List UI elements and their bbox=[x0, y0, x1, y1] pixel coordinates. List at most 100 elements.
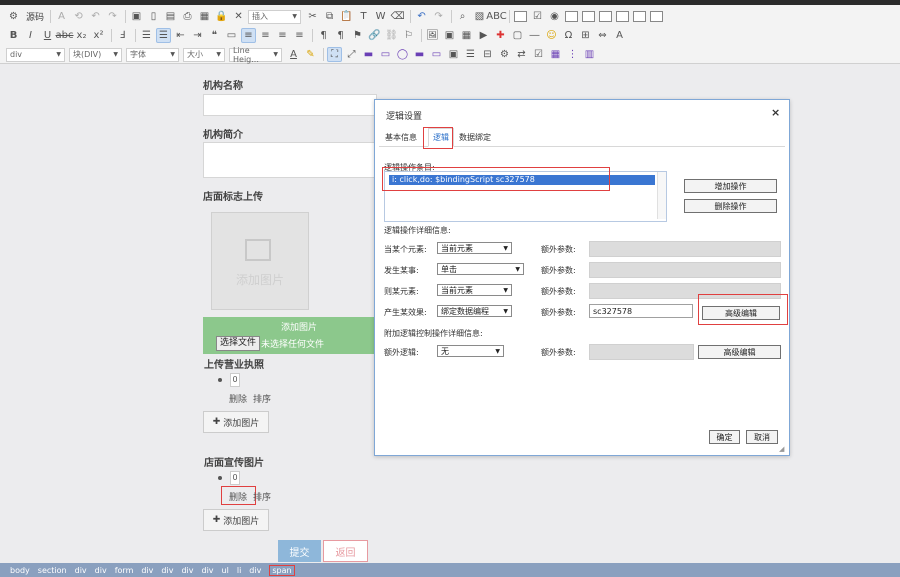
align-center-icon[interactable]: ≡ bbox=[258, 28, 273, 43]
promo-sort-link[interactable]: 排序 bbox=[253, 490, 271, 503]
license-add-image-button[interactable]: ✚ 添加图片 bbox=[203, 411, 269, 433]
path-crumb-selected[interactable]: span bbox=[269, 564, 295, 576]
special-char-icon[interactable]: Ω bbox=[561, 28, 576, 43]
effect-select[interactable]: 绑定数据编程 ▼ bbox=[437, 305, 512, 317]
logic-icon[interactable]: ⚙ bbox=[497, 47, 512, 62]
submit-button[interactable]: 提交 bbox=[278, 540, 321, 562]
align-right-icon[interactable]: ≡ bbox=[275, 28, 290, 43]
marker-icon[interactable]: A bbox=[612, 28, 627, 43]
redo-icon[interactable]: ↷ bbox=[105, 9, 120, 24]
widget-icon-5[interactable]: ▭ bbox=[429, 47, 444, 62]
source-icon[interactable]: ⚙ bbox=[6, 9, 21, 24]
copy-icon[interactable]: ⧉ bbox=[322, 9, 337, 24]
promo-sort-number[interactable]: 0 bbox=[230, 471, 240, 485]
textarea-icon[interactable] bbox=[581, 9, 596, 24]
link-icon[interactable]: 🔗 bbox=[367, 28, 382, 43]
add-operation-button[interactable]: 增加操作 bbox=[684, 179, 777, 193]
italic-icon[interactable]: I bbox=[23, 28, 38, 43]
path-crumb[interactable]: form bbox=[115, 566, 134, 575]
remove-format-icon[interactable]: Ⅎ bbox=[115, 28, 130, 43]
extra-logic-select[interactable]: 无 ▼ bbox=[437, 345, 504, 357]
grid-icon[interactable]: ▦ bbox=[548, 47, 563, 62]
size-combo[interactable]: 大小 ▼ bbox=[183, 47, 225, 62]
radio-icon[interactable]: ◉ bbox=[547, 9, 562, 24]
widget-icon-6[interactable]: ▣ bbox=[446, 47, 461, 62]
underline-icon[interactable]: U bbox=[40, 28, 55, 43]
check-icon[interactable]: ☑ bbox=[531, 47, 546, 62]
spellcheck-icon[interactable]: ABC bbox=[486, 9, 507, 24]
logo-image-placeholder[interactable]: 添加图片 bbox=[211, 212, 309, 310]
find-replace-icon[interactable]: ⌕ bbox=[455, 9, 470, 24]
outdent-icon[interactable]: ⇤ bbox=[173, 28, 188, 43]
textfield-icon[interactable] bbox=[564, 9, 579, 24]
binding-icon[interactable]: ⇄ bbox=[514, 47, 529, 62]
redo-blue-icon[interactable]: ↷ bbox=[431, 9, 446, 24]
line-height-combo[interactable]: Line Heig... ▼ bbox=[229, 46, 282, 64]
effect-extra-param-input[interactable]: sc327578 bbox=[589, 304, 693, 318]
back-button[interactable]: 返回 bbox=[323, 540, 368, 562]
choose-file-button[interactable]: 选择文件 bbox=[216, 336, 261, 351]
ok-button[interactable]: 确定 bbox=[709, 430, 740, 444]
paste-text-icon[interactable]: T bbox=[356, 9, 371, 24]
bold-icon[interactable]: B bbox=[6, 28, 21, 43]
path-crumb[interactable]: body bbox=[10, 566, 30, 575]
save-icon[interactable]: ▣ bbox=[129, 9, 144, 24]
ltr-icon[interactable]: ¶ bbox=[316, 28, 331, 43]
preview-icon[interactable]: ▤ bbox=[163, 9, 178, 24]
paste-word-icon[interactable]: W bbox=[373, 9, 388, 24]
org-intro-textarea[interactable] bbox=[203, 142, 377, 178]
path-crumb[interactable]: div bbox=[141, 566, 153, 575]
path-crumb[interactable]: div bbox=[202, 566, 214, 575]
checkbox-icon[interactable]: ☑ bbox=[530, 9, 545, 24]
video-icon[interactable]: ▶ bbox=[476, 28, 491, 43]
widget-icon-7[interactable]: ☰ bbox=[463, 47, 478, 62]
path-crumb[interactable]: div bbox=[75, 566, 87, 575]
insert-combo[interactable]: 插入 ▼ bbox=[248, 9, 302, 24]
align-justify-icon[interactable]: ≡ bbox=[292, 28, 307, 43]
resize-grip-icon[interactable]: ◢ bbox=[779, 445, 784, 453]
anchor-icon[interactable]: ⚐ bbox=[401, 28, 416, 43]
horizontal-rule-icon[interactable]: ― bbox=[527, 28, 542, 43]
clear-icon[interactable]: ⌫ bbox=[390, 9, 405, 24]
replace-icon[interactable]: ⟲ bbox=[71, 9, 86, 24]
align-left-icon[interactable]: ≡ bbox=[241, 28, 256, 43]
lock-icon[interactable]: 🔒 bbox=[214, 9, 229, 24]
button-field-icon[interactable] bbox=[615, 9, 630, 24]
tab-data-binding[interactable]: 数据绑定 bbox=[459, 132, 491, 143]
widget-icon-2[interactable]: ▭ bbox=[378, 47, 393, 62]
tab-basic-info[interactable]: 基本信息 bbox=[385, 132, 417, 143]
find-icon[interactable]: A bbox=[54, 9, 69, 24]
text-color-icon[interactable]: A bbox=[286, 47, 301, 62]
widget-icon-4[interactable]: ▬ bbox=[412, 47, 427, 62]
smiley-icon[interactable]: ☺ bbox=[544, 28, 559, 43]
print-icon[interactable]: ⎙ bbox=[180, 9, 195, 24]
flash-icon[interactable]: ▣ bbox=[442, 28, 457, 43]
image-button-icon[interactable] bbox=[632, 9, 647, 24]
select-all-icon[interactable]: ▧ bbox=[472, 9, 487, 24]
promo-add-image-button[interactable]: ✚ 添加图片 bbox=[203, 509, 269, 531]
path-crumb[interactable]: div bbox=[249, 566, 261, 575]
format-combo[interactable]: div ▼ bbox=[6, 47, 65, 62]
select-field-icon[interactable] bbox=[598, 9, 613, 24]
blockquote-icon[interactable]: ❝ bbox=[207, 28, 222, 43]
layout-icon[interactable]: ▥ bbox=[582, 47, 597, 62]
widget-icon-1[interactable]: ▬ bbox=[361, 47, 376, 62]
license-delete-link[interactable]: 删除 bbox=[229, 392, 247, 405]
show-blocks-icon[interactable]: ⇔ bbox=[595, 28, 610, 43]
rtl-icon[interactable]: ¶ bbox=[333, 28, 348, 43]
source-button[interactable]: 源码 bbox=[23, 10, 47, 23]
new-page-icon[interactable]: ▯ bbox=[146, 9, 161, 24]
undo-blue-icon[interactable]: ↶ bbox=[414, 9, 429, 24]
div-container-icon[interactable]: ▭ bbox=[224, 28, 239, 43]
undo-icon[interactable]: ↶ bbox=[88, 9, 103, 24]
paste-icon[interactable]: 📋 bbox=[339, 9, 354, 24]
subscript-icon[interactable]: x₂ bbox=[74, 28, 89, 43]
plus-red-icon[interactable]: ✚ bbox=[493, 28, 508, 43]
font-combo[interactable]: 字体 ▼ bbox=[126, 47, 179, 62]
cut-icon[interactable]: ✂ bbox=[305, 9, 320, 24]
language-icon[interactable]: ⚑ bbox=[350, 28, 365, 43]
path-crumb[interactable]: div bbox=[95, 566, 107, 575]
when-element-select[interactable]: 当前元素 ▼ bbox=[437, 242, 512, 254]
close-icon[interactable]: × bbox=[771, 106, 780, 119]
event-select[interactable]: 单击 ▼ bbox=[437, 263, 524, 275]
